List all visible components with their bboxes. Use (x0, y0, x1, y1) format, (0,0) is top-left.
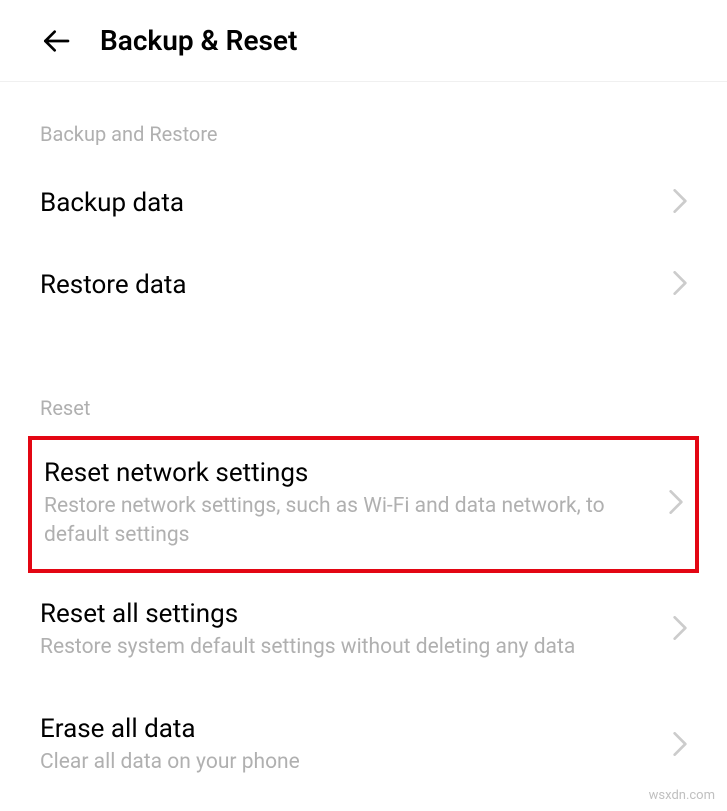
chevron-right-icon (669, 490, 683, 518)
list-item-title: Backup data (40, 188, 663, 218)
list-item-backup-data[interactable]: Backup data (0, 162, 727, 244)
section-header-backup: Backup and Restore (0, 82, 727, 162)
list-item-content: Reset all settings Restore system defaul… (40, 599, 663, 662)
arrow-left-icon (40, 25, 72, 57)
list-item-content: Erase all data Clear all data on your ph… (40, 714, 663, 777)
chevron-right-icon (673, 616, 687, 644)
list-item-content: Restore data (40, 270, 663, 300)
section-header-reset: Reset (0, 326, 727, 436)
chevron-right-icon (673, 271, 687, 299)
list-item-erase-all[interactable]: Erase all data Clear all data on your ph… (0, 688, 727, 803)
list-item-title: Erase all data (40, 714, 663, 744)
list-item-content: Reset network settings Restore network s… (44, 458, 659, 551)
list-item-content: Backup data (40, 188, 663, 218)
page-title: Backup & Reset (100, 24, 297, 57)
list-item-subtitle: Clear all data on your phone (40, 748, 663, 777)
list-item-subtitle: Restore network settings, such as Wi-Fi … (44, 492, 659, 551)
app-header: Backup & Reset (0, 0, 727, 82)
content-area: Backup and Restore Backup data Restore d… (0, 82, 727, 804)
watermark: wsxdn.com (649, 788, 715, 803)
chevron-right-icon (673, 189, 687, 217)
list-item-restore-data[interactable]: Restore data (0, 244, 727, 326)
list-item-reset-network[interactable]: Reset network settings Restore network s… (28, 436, 699, 573)
chevron-right-icon (673, 732, 687, 760)
back-button[interactable] (40, 25, 72, 57)
list-item-title: Restore data (40, 270, 663, 300)
list-item-title: Reset all settings (40, 599, 663, 629)
list-item-reset-all[interactable]: Reset all settings Restore system defaul… (0, 573, 727, 688)
list-item-subtitle: Restore system default settings without … (40, 633, 663, 662)
list-item-title: Reset network settings (44, 458, 659, 488)
